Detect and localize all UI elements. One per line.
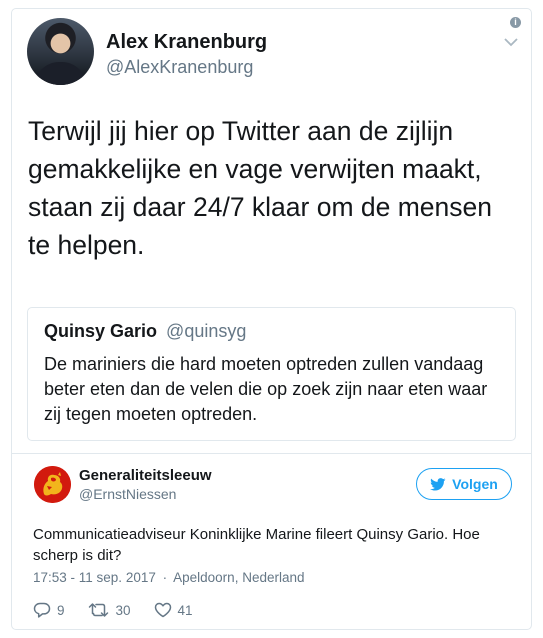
- tweet-text-line: gemakkelijke en vage verwijten maakt,: [28, 154, 482, 184]
- twitter-bird-icon: [430, 477, 446, 491]
- follow-button-label: Volgen: [452, 476, 498, 492]
- chevron-down-icon[interactable]: [502, 35, 520, 49]
- heart-icon: [154, 602, 171, 618]
- embedded-tweet-card: Alex Kranenburg @AlexKranenburg i Terwij…: [11, 8, 532, 630]
- embedding-tweet: Generaliteitsleeuw @ErnstNiessen Volgen …: [12, 454, 531, 630]
- quoted-tweet-card[interactable]: Quinsy Gario @quinsyg De mariniers die h…: [27, 307, 516, 441]
- quoted-tweet-text: De mariniers die hard moeten optreden zu…: [44, 354, 488, 424]
- info-icon[interactable]: i: [510, 17, 521, 28]
- tweet-text-line: staan zij daar 24/7 klaar om de mensen: [28, 192, 493, 222]
- tweet-text: Terwijl jij hier op Twitter aan de zijli…: [28, 112, 523, 264]
- like-button[interactable]: 41: [154, 602, 193, 618]
- reply-button[interactable]: 9: [33, 602, 65, 618]
- lion-avatar[interactable]: [34, 466, 71, 503]
- tweet-actions: 9 30 41: [33, 599, 216, 621]
- main-tweet: Alex Kranenburg @AlexKranenburg i Terwij…: [12, 9, 531, 453]
- retweet-icon: [88, 603, 108, 617]
- lion-crest-icon: [34, 466, 71, 503]
- tweet-text-line: Terwijl jij hier op Twitter aan de zijli…: [28, 116, 454, 146]
- like-count: 41: [177, 602, 193, 618]
- quoted-tweet-header: Quinsy Gario @quinsyg: [44, 321, 246, 342]
- retweet-count: 30: [115, 602, 131, 618]
- tweet-text-line: te helpen.: [28, 230, 145, 260]
- author-display-name[interactable]: Alex Kranenburg: [106, 31, 267, 54]
- embedding-author-handle[interactable]: @ErnstNiessen: [79, 486, 176, 502]
- retweet-button[interactable]: 30: [88, 602, 131, 618]
- tweet-timestamp[interactable]: 17:53 - 11 sep. 2017: [33, 570, 156, 585]
- quoted-author-name: Quinsy Gario: [44, 321, 158, 341]
- meta-separator: ·: [162, 570, 168, 585]
- embedding-author-name[interactable]: Generaliteitsleeuw: [79, 467, 212, 484]
- follow-button[interactable]: Volgen: [416, 468, 512, 500]
- author-handle[interactable]: @AlexKranenburg: [106, 57, 253, 78]
- reply-count: 9: [57, 602, 65, 618]
- tweet-location[interactable]: Apeldoorn, Nederland: [173, 570, 304, 585]
- quoted-author-handle: @quinsyg: [166, 321, 247, 341]
- tweet-metadata: 17:53 - 11 sep. 2017 · Apeldoorn, Nederl…: [33, 570, 304, 585]
- avatar[interactable]: [27, 18, 94, 85]
- reply-icon: [33, 602, 51, 618]
- embedding-tweet-text: Communicatieadviseur Koninklijke Marine …: [33, 526, 480, 564]
